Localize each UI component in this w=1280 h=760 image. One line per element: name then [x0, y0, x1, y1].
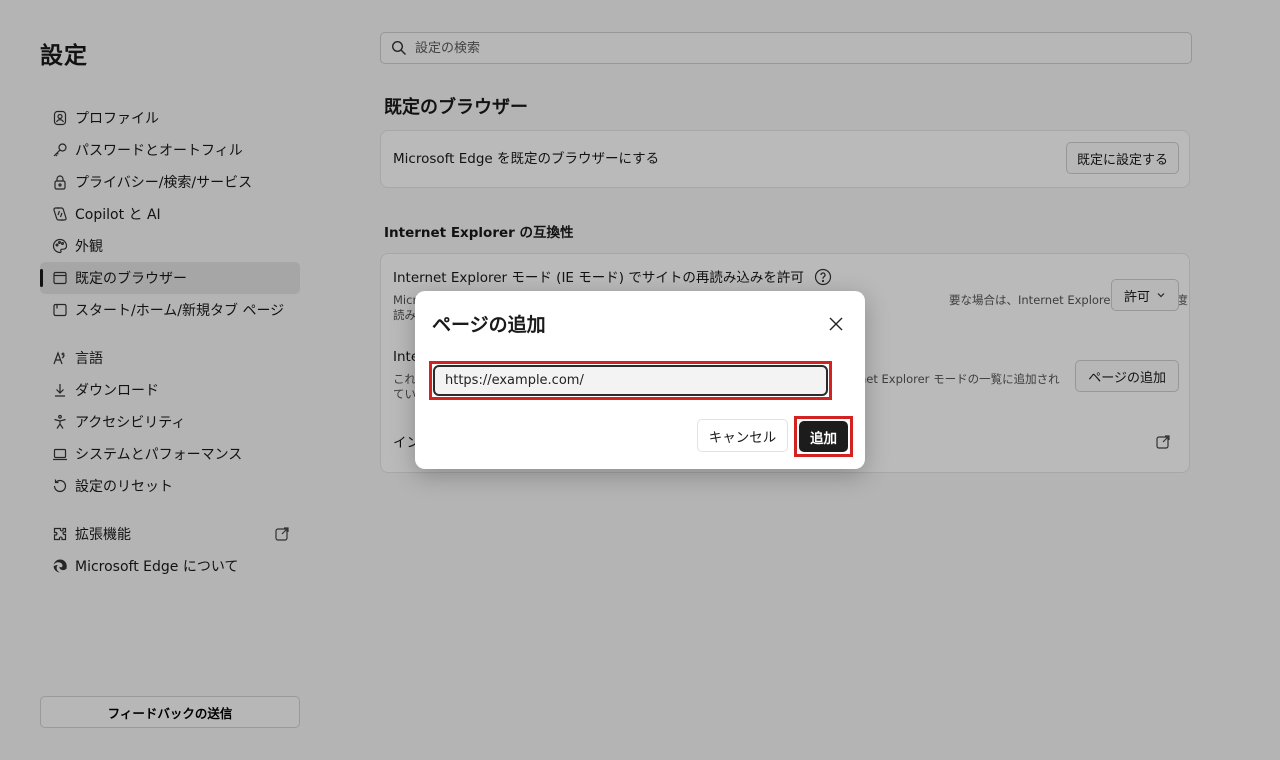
add-button[interactable]: 追加 — [799, 421, 848, 452]
url-highlight-frame — [429, 361, 832, 400]
close-button[interactable] — [825, 313, 847, 335]
close-icon — [829, 317, 843, 331]
dialog-title: ページの追加 — [432, 314, 546, 336]
url-input[interactable] — [433, 365, 828, 396]
cancel-button[interactable]: キャンセル — [697, 419, 788, 452]
add-highlight-frame: 追加 — [794, 416, 853, 457]
add-page-dialog: ページの追加 キャンセル 追加 — [415, 291, 865, 469]
